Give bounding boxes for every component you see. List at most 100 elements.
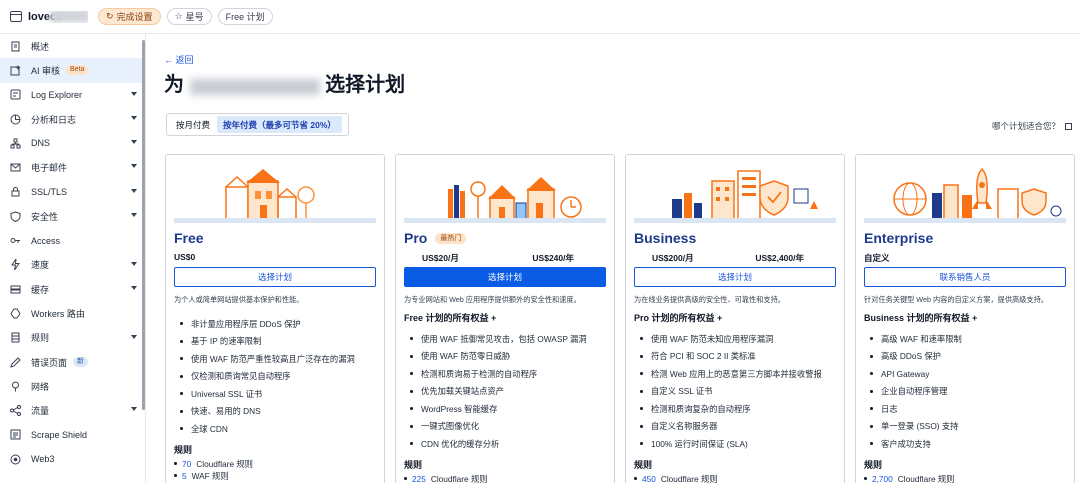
price-monthly: 自定义 xyxy=(864,253,890,263)
chevron-down-icon[interactable] xyxy=(131,188,137,193)
benefit-item: 使用 WAF 防范未知应用程序漏洞 xyxy=(634,330,840,348)
chevron-down-icon[interactable] xyxy=(131,285,137,290)
benefit-item: 使用 WAF 防范严重性较高且广泛存在的漏洞 xyxy=(174,350,380,368)
plan-name: Business xyxy=(634,230,697,246)
rules-section: 规则 70 Cloudflare 规则 5 WAF 规则 xyxy=(174,443,253,482)
sidebar-item-label: DNS xyxy=(31,138,51,149)
analytics-icon xyxy=(10,114,21,125)
sidebar-item[interactable]: Scrape Shield xyxy=(0,423,145,447)
billing-annual-option[interactable]: 按年付费（最多可节省 20%） xyxy=(217,116,342,133)
popular-badge: 最热门 xyxy=(435,232,467,244)
price-annual: US$2,400/年 xyxy=(755,253,804,263)
price-monthly: US$200/月 xyxy=(652,253,694,263)
sidebar-item[interactable]: Web3 xyxy=(0,447,145,471)
which-plan-link[interactable]: 哪个计划适合您？ xyxy=(992,120,1072,132)
plan-description: 针对任务关键型 Web 内容的自定义方案，提供高级支持。 xyxy=(864,295,1048,304)
benefit-item: 检测和质询复杂的自动程序 xyxy=(634,400,840,418)
benefit-item: 企业自动程序管理 xyxy=(864,383,1070,401)
sidebar-item[interactable]: Access xyxy=(0,228,145,252)
star-icon: ☆ xyxy=(174,11,183,21)
rule-label: Cloudflare 规则 xyxy=(660,473,718,483)
plan-price: US$200/月 US$2,400/年 xyxy=(634,252,836,264)
benefit-item: 使用 WAF 抵御常见攻击，包括 OWASP 漏洞 xyxy=(404,330,610,348)
sidebar-item[interactable]: 分析和日志 xyxy=(0,107,145,131)
plan-card: Enterprise 自定义 联系销售人员 针对任务关键型 Web 内容的自定义方案，… xyxy=(855,154,1075,483)
error-page-icon xyxy=(10,356,21,368)
rule-count-link[interactable]: 70 xyxy=(182,459,191,469)
sidebar-item[interactable]: Workers 路由 xyxy=(0,301,145,325)
chevron-down-icon[interactable] xyxy=(131,261,137,266)
chevron-down-icon[interactable] xyxy=(131,407,137,412)
sidebar-item[interactable]: 速度 xyxy=(0,253,145,277)
log-explorer-icon xyxy=(10,89,21,100)
select-plan-button[interactable]: 选择计划 xyxy=(634,267,836,287)
benefit-item: CDN 优化的缓存分析 xyxy=(404,435,610,453)
external-link-icon xyxy=(1065,123,1072,130)
back-link[interactable]: ← 返回 xyxy=(164,53,194,66)
rule-count-link[interactable]: 2,700 xyxy=(872,474,893,483)
chevron-down-icon[interactable] xyxy=(131,213,137,218)
lock-icon xyxy=(10,186,21,197)
sidebar-item-label: Web3 xyxy=(31,454,55,465)
sidebar-item-label: 缓存 xyxy=(31,284,50,295)
sidebar-item[interactable]: 网络 xyxy=(0,374,145,398)
sidebar-item[interactable]: 规则 xyxy=(0,326,145,350)
benefit-item: 基于 IP 的速率限制 xyxy=(174,333,380,351)
sidebar-item[interactable]: AI 审核 Beta xyxy=(0,58,145,83)
rule-count-link[interactable]: 225 xyxy=(412,474,426,483)
rules-section: 规则 2,700 Cloudflare 规则 xyxy=(864,458,954,483)
chevron-down-icon[interactable] xyxy=(131,115,137,120)
sidebar-scrollbar[interactable] xyxy=(142,40,145,410)
sidebar-item[interactable]: 缓存 xyxy=(0,277,145,301)
plan-card: Business US$200/月 US$2,400/年 选择计划 为在线业务提供高级的… xyxy=(625,154,845,483)
plan-name: Free xyxy=(174,230,204,246)
rule-count-link[interactable]: 450 xyxy=(642,474,656,483)
sidebar-item-label: AI 审核 xyxy=(31,65,61,76)
site-name[interactable]: lovecx xyxy=(28,10,88,23)
sidebar-item[interactable]: 安全性 xyxy=(0,204,145,228)
select-plan-button[interactable]: 选择计划 xyxy=(174,267,376,287)
rule-count-link[interactable]: 5 xyxy=(182,471,187,481)
chevron-down-icon[interactable] xyxy=(131,140,137,145)
sidebar-item[interactable]: 概述 xyxy=(0,34,145,58)
sidebar-item-label: Log Explorer xyxy=(31,89,83,100)
benefit-item: 日志 xyxy=(864,400,1070,418)
sidebar-item[interactable]: 错误页面新 xyxy=(0,350,145,374)
billing-monthly-option[interactable]: 按月付费 xyxy=(169,116,217,133)
rules-title: 规则 xyxy=(634,459,653,470)
access-icon xyxy=(10,235,21,246)
price-monthly: US$20/月 xyxy=(422,253,459,263)
sidebar-item[interactable]: Log Explorer xyxy=(0,83,145,107)
plan-badge: Free 计划 xyxy=(217,8,273,25)
select-plan-button[interactable]: 选择计划 xyxy=(404,267,606,287)
sidebar-item[interactable]: DNS xyxy=(0,131,145,155)
sidebar-item[interactable]: 流量 xyxy=(0,398,145,422)
select-plan-button[interactable]: 联系销售人员 xyxy=(864,267,1066,287)
benefit-item: 检测和质询易于检测的自动程序 xyxy=(404,365,610,383)
sidebar-item-label: 概述 xyxy=(31,41,50,52)
benefits-list: 高级 WAF 和速率限制 高级 DDoS 保护 API Gateway 企业自动程序管… xyxy=(864,330,1070,453)
rule-item: 70 Cloudflare 规则 xyxy=(174,458,253,470)
star-button[interactable]: ☆ 星号 xyxy=(166,8,212,25)
benefits-title: Free 计划的所有权益 + xyxy=(404,313,497,323)
sidebar-item-label: 错误页面 xyxy=(31,357,68,368)
chevron-down-icon[interactable] xyxy=(131,334,137,339)
sidebar-item[interactable]: 电子邮件 xyxy=(0,155,145,179)
refresh-icon: ↻ xyxy=(106,11,114,21)
rule-item: 2,700 Cloudflare 规则 xyxy=(864,473,954,483)
benefits-title: Business 计划的所有权益 + xyxy=(864,313,978,323)
scrape-shield-icon xyxy=(10,429,21,440)
chevron-down-icon[interactable] xyxy=(131,91,137,96)
complete-setup-button[interactable]: ↻ 完成设置 xyxy=(98,8,161,25)
sidebar-item-label: 规则 xyxy=(31,333,50,344)
illustration-band xyxy=(634,218,836,223)
plan-card: Free US$0 选择计划 为个人或简单网站提供基本保护和性能。 非计量应用程序层 D… xyxy=(165,154,385,483)
price-monthly: US$0 xyxy=(174,252,196,262)
chevron-down-icon[interactable] xyxy=(131,164,137,169)
benefit-item: 自定义 SSL 证书 xyxy=(634,383,840,401)
rule-item: 225 Cloudflare 规则 xyxy=(404,473,488,483)
benefit-item: API Gateway xyxy=(864,365,1070,383)
sidebar-item[interactable]: SSL/TLS xyxy=(0,180,145,204)
main-content: ← 返回 为 选择计划 按月付费 按年付费（最多可节省 20%） 哪个计划适合您… xyxy=(146,34,1080,483)
benefit-item: 单一登录 (SSO) 支持 xyxy=(864,418,1070,436)
